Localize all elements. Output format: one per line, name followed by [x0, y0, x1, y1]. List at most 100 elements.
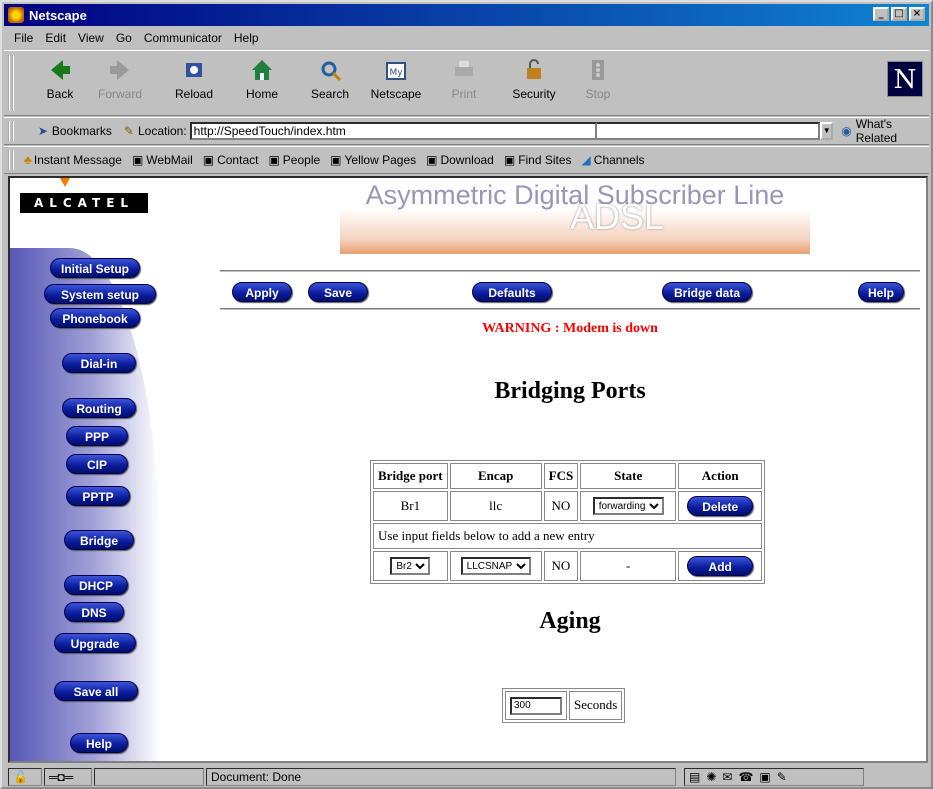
url-dropdown-button[interactable]: ▼ — [820, 122, 834, 140]
hint-row: Use input fields below to add a new entr… — [373, 523, 763, 549]
personal-toolbar: ♣ Instant Message ▣ WebMail ▣ Contact ▣ … — [4, 146, 929, 174]
menu-view[interactable]: View — [74, 31, 108, 45]
sidebar-item-bridge[interactable]: Bridge — [64, 530, 134, 550]
sidebar-item-dial-in[interactable]: Dial-in — [62, 353, 136, 373]
sidebar-item-help[interactable]: Help — [70, 733, 128, 753]
apply-button[interactable]: Apply — [232, 282, 292, 302]
back-arrow-icon — [51, 60, 70, 80]
find-sites-link[interactable]: Find Sites — [518, 153, 571, 167]
lock-icon — [527, 59, 541, 79]
state-select[interactable]: forwarding — [592, 497, 664, 516]
sidebar-item-ppp[interactable]: PPP — [66, 426, 128, 446]
personal-grip[interactable] — [8, 150, 14, 170]
maximize-button[interactable]: □ — [891, 7, 907, 21]
sidebar-item-initial-setup[interactable]: Initial Setup — [50, 258, 140, 278]
netscape-button[interactable]: My Netscape — [366, 57, 426, 101]
cell-encap: llc — [449, 491, 542, 521]
page-title: Bridging Ports — [494, 378, 646, 404]
aging-table: Seconds — [502, 688, 626, 723]
home-label: Home — [245, 87, 278, 101]
sidebar-item-pptp[interactable]: PPTP — [66, 486, 130, 506]
menu-help[interactable]: Help — [230, 31, 263, 45]
location-label: Location: — [137, 124, 187, 138]
netscape-app-icon — [8, 7, 24, 23]
security-button[interactable]: Security — [504, 57, 564, 101]
print-icon — [455, 61, 473, 76]
cell-new-action: Add — [678, 551, 763, 581]
aging-input-cell — [505, 691, 567, 720]
forward-arrow-icon — [110, 60, 129, 80]
people-bookmark-icon: ▣ — [268, 153, 280, 167]
aging-row: Seconds — [505, 691, 623, 720]
bridge-data-button[interactable]: Bridge data — [662, 282, 752, 302]
connection-status-icon: ═◘═ — [44, 768, 92, 786]
title-bar: Netscape _ □ × — [4, 4, 929, 26]
instant-message-link[interactable]: Instant Message — [34, 153, 122, 167]
webmail-link[interactable]: WebMail — [146, 153, 192, 167]
toolbar-grip[interactable] — [8, 55, 14, 111]
url-input-extension[interactable] — [597, 122, 821, 140]
stop-label: Stop — [585, 87, 611, 101]
delete-button[interactable]: Delete — [687, 496, 754, 516]
url-text: http://SpeedTouch/index.htm — [193, 124, 346, 138]
sidebar-item-dhcp[interactable]: DHCP — [64, 575, 128, 595]
add-button[interactable]: Add — [687, 556, 754, 576]
bookmarks-button[interactable]: Bookmarks — [52, 124, 112, 138]
aging-table-wrapper: Seconds — [502, 688, 626, 723]
sidebar-item-cip[interactable]: CIP — [66, 454, 128, 474]
people-link[interactable]: People — [283, 153, 320, 167]
sidebar-item-upgrade[interactable]: Upgrade — [54, 633, 136, 653]
bridging-table-wrapper: Bridge port Encap FCS State Action Br1 l… — [370, 460, 766, 584]
home-button[interactable]: Home — [232, 57, 292, 101]
minimize-button[interactable]: _ — [873, 7, 889, 21]
sidebar-item-phonebook[interactable]: Phonebook — [50, 308, 140, 328]
aging-input[interactable] — [510, 696, 562, 715]
window-title: Netscape — [29, 7, 87, 23]
menu-go[interactable]: Go — [112, 31, 136, 45]
table-row: Br1 llc NO forwarding Delete — [373, 491, 763, 521]
netscape-icon: My — [386, 62, 406, 80]
reload-button[interactable]: Reload — [164, 57, 224, 101]
header-bridge-port: Bridge port — [373, 463, 448, 489]
back-button[interactable]: Back — [30, 57, 90, 101]
close-button[interactable]: × — [909, 7, 925, 21]
new-port-select[interactable]: Br2 — [390, 557, 431, 576]
print-button[interactable]: Print — [434, 57, 494, 101]
svg-text:My: My — [389, 68, 403, 78]
contact-link[interactable]: Contact — [217, 153, 258, 167]
stop-button[interactable]: Stop — [568, 57, 628, 101]
bookmarks-icon: ➤ — [37, 124, 48, 138]
alcatel-logo-triangle — [60, 178, 70, 187]
menu-edit[interactable]: Edit — [41, 31, 70, 45]
sidebar-item-dns[interactable]: DNS — [64, 602, 124, 622]
security-status-icon[interactable]: 🔓 — [8, 768, 42, 786]
component-bar[interactable]: ▤✺✉☎▣✎ — [684, 768, 864, 786]
download-link[interactable]: Download — [440, 153, 493, 167]
whats-related-button[interactable]: What's Related — [856, 117, 929, 145]
adsl-banner: Asymmetric Digital Subscriber Line ADSL — [340, 178, 810, 254]
netscape-label: Netscape — [370, 87, 422, 101]
url-input[interactable]: http://SpeedTouch/index.htm — [189, 122, 598, 140]
header-action: Action — [678, 463, 763, 489]
sidebar-item-system-setup[interactable]: System setup — [44, 284, 156, 304]
search-button[interactable]: Search — [300, 57, 360, 101]
defaults-button[interactable]: Defaults — [472, 282, 552, 302]
location-grip[interactable] — [8, 121, 14, 141]
download-bookmark-icon: ▣ — [426, 153, 438, 167]
search-icon — [321, 61, 342, 82]
channels-link[interactable]: Channels — [594, 153, 645, 167]
back-label: Back — [46, 87, 74, 101]
yellow-pages-link[interactable]: Yellow Pages — [345, 153, 417, 167]
banner-title: ADSL — [570, 196, 665, 237]
progress-box — [94, 768, 204, 786]
sidebar-item-save-all[interactable]: Save all — [54, 681, 138, 701]
sidebar-item-routing[interactable]: Routing — [62, 398, 136, 418]
help-button[interactable]: Help — [858, 282, 904, 302]
menu-communicator[interactable]: Communicator — [140, 31, 226, 45]
new-encap-select[interactable]: LLCSNAP — [460, 557, 531, 576]
sidebar: ALCATEL Initial Setup System setup Phone… — [10, 178, 210, 761]
save-button[interactable]: Save — [308, 282, 368, 302]
menu-file[interactable]: File — [10, 31, 37, 45]
forward-button[interactable]: Forward — [90, 57, 150, 101]
netscape-logo[interactable]: N — [887, 61, 923, 97]
